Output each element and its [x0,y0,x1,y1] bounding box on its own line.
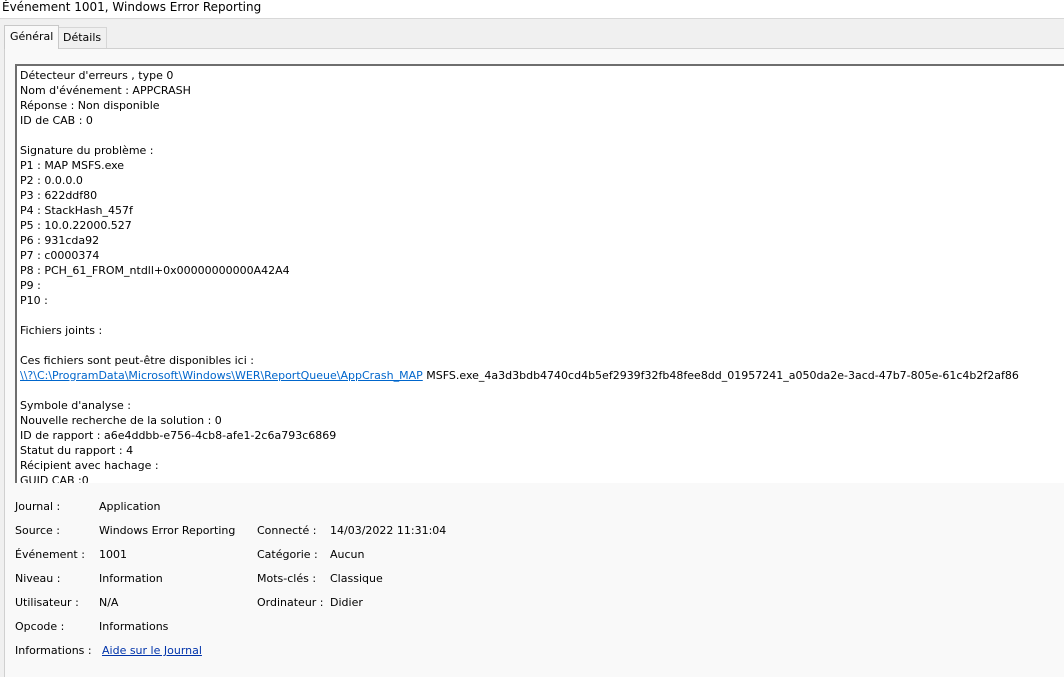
desc-line: Ces fichiers sont peut-être disponibles … [20,354,254,367]
desc-line: P1 : MAP MSFS.exe [20,159,125,172]
keywords-label: Mots-clés : [257,572,317,585]
desc-line: Signature du problème : [20,144,154,157]
journal-label: Journal : [15,500,61,513]
event-description-textbox[interactable]: Détecteur d'erreurs , type 0 Nom d'événe… [15,64,1064,483]
desc-line: P5 : 10.0.22000.527 [20,219,132,232]
desc-line: P9 : [20,279,41,292]
desc-line: P6 : 931cda92 [20,234,100,247]
keywords-value: Classique [330,572,383,585]
computer-value: Didier [330,596,363,609]
opcode-label: Opcode : [15,620,65,633]
window-title: Événement 1001, Windows Error Reporting [2,0,262,14]
source-label: Source : [15,524,60,537]
desc-line: ID de rapport : a6e4ddbb-e756-4cb8-afe1-… [20,429,337,442]
journal-value: Application [99,500,161,513]
desc-path-line: \\?\C:\ProgramData\Microsoft\Windows\WER… [20,368,1019,383]
tab-details[interactable]: Détails [57,27,108,48]
event-id-value: 1001 [99,548,127,561]
logged-label: Connecté : [257,524,317,537]
desc-line: P2 : 0.0.0.0 [20,174,83,187]
event-log-help-link[interactable]: Aide sur le Journal [102,644,202,658]
category-value: Aucun [330,548,365,561]
desc-line: Nom d'événement : APPCRASH [20,84,191,97]
wer-report-path-link[interactable]: \\?\C:\ProgramData\Microsoft\Windows\WER… [20,369,423,382]
event-id-label: Événement : [15,548,85,561]
desc-line: Réponse : Non disponible [20,99,160,112]
desc-line: GUID CAB :0 [20,474,89,483]
user-label: Utilisateur : [15,596,79,609]
level-value: Information [99,572,163,585]
desc-line: Statut du rapport : 4 [20,444,134,457]
desc-line: P10 : [20,294,48,307]
desc-line: P8 : PCH_61_FROM_ntdll+0x00000000000A42A… [20,264,290,277]
desc-line: Récipient avec hachage : [20,459,159,472]
desc-line: P4 : StackHash_457f [20,204,133,217]
user-value: N/A [99,596,119,609]
more-info-label: Informations : [15,644,92,657]
desc-line: Symbole d'analyse : [20,399,131,412]
logged-value: 14/03/2022 11:31:04 [330,524,447,537]
desc-line: P3 : 622ddf80 [20,189,98,202]
desc-line: ID de CAB : 0 [20,114,93,127]
opcode-value: Informations [99,620,169,633]
source-value: Windows Error Reporting [99,524,236,537]
desc-line: Fichiers joints : [20,324,103,337]
desc-line: Nouvelle recherche de la solution : 0 [20,414,222,427]
desc-line: P7 : c0000374 [20,249,100,262]
computer-label: Ordinateur : [257,596,324,609]
desc-line: Détecteur d'erreurs , type 0 [20,69,174,82]
window-title-bar: Événement 1001, Windows Error Reporting [0,0,1064,19]
tab-general[interactable]: Général [4,25,60,49]
level-label: Niveau : [15,572,61,585]
wer-report-path-suffix: MSFS.exe_4a3d3bdb4740cd4b5ef2939f32fb48f… [426,369,1019,382]
category-label: Catégorie : [257,548,318,561]
